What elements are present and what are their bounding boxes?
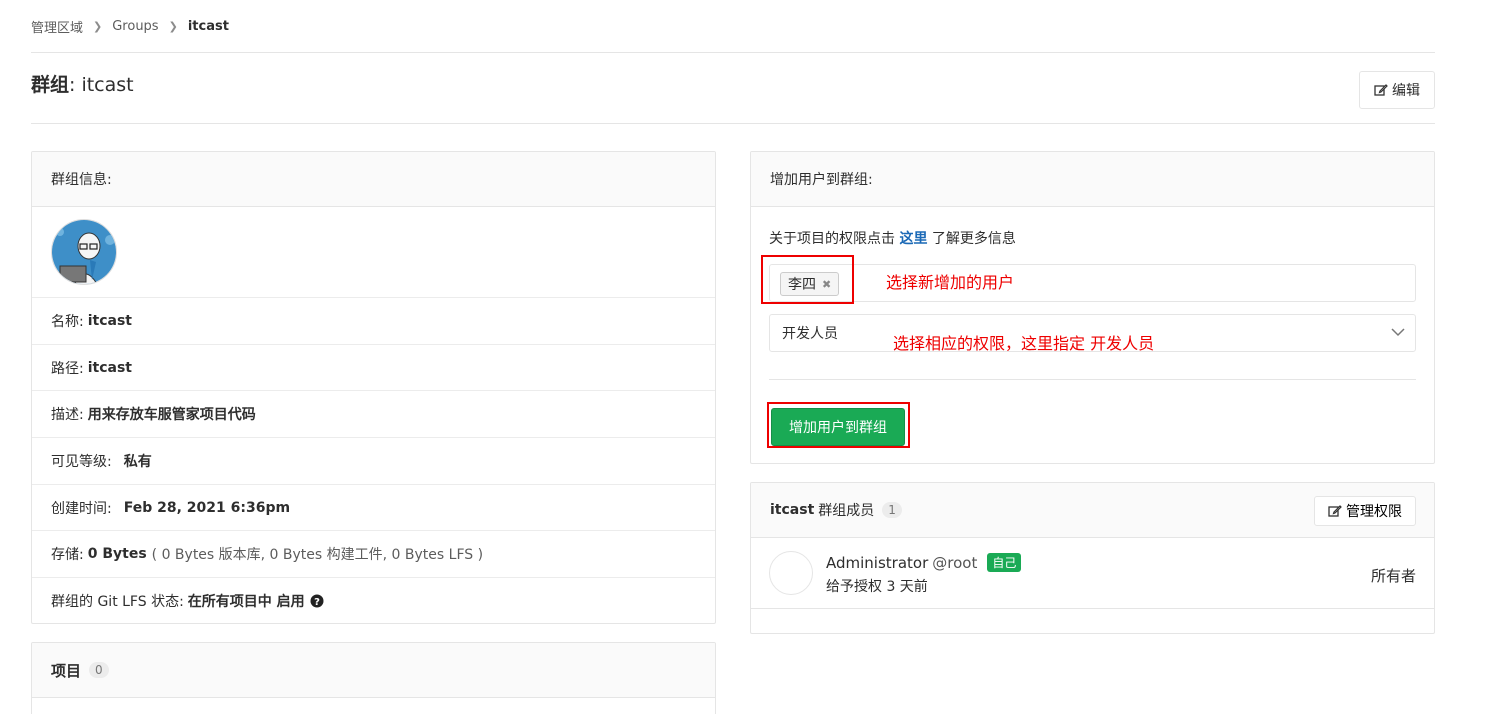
members-panel: itcast 群组成员 1 管理权限 Administrator @root 自…: [750, 482, 1435, 634]
group-visibility-value: 私有: [123, 454, 152, 470]
projects-count-badge: 0: [89, 662, 109, 678]
group-created-row: 创建时间: Feb 28, 2021 6:36pm: [32, 485, 715, 531]
breadcrumb-current[interactable]: itcast: [188, 19, 229, 34]
page-title-prefix: 群组: [31, 74, 70, 96]
breadcrumb-admin-area[interactable]: 管理区域: [31, 17, 83, 36]
permissions-help-link[interactable]: 这里: [899, 231, 927, 247]
group-visibility-row: 可见等级: 私有: [32, 438, 715, 485]
projects-panel: 项目 0: [31, 642, 716, 714]
divider: [769, 379, 1416, 380]
info-text: 了解更多信息: [931, 231, 1016, 247]
avatar: [769, 551, 813, 595]
group-name-value: itcast: [87, 313, 132, 329]
edit-button[interactable]: 编辑: [1359, 71, 1435, 109]
self-badge: 自己: [987, 553, 1022, 572]
label: 存储:: [51, 547, 84, 563]
role-select-value: 开发人员: [782, 326, 838, 342]
label: 描述:: [51, 407, 84, 423]
group-info-header: 群组信息:: [32, 152, 715, 207]
member-username: @root: [932, 553, 978, 572]
label: 路径:: [51, 360, 84, 377]
annotation-box-button: [767, 402, 910, 448]
projects-title: 项目: [51, 661, 82, 680]
page-title-name: : itcast: [69, 74, 134, 96]
members-group-name: itcast: [770, 502, 815, 518]
divider: [31, 52, 1435, 53]
group-path-row: 路径: itcast: [32, 345, 715, 391]
member-display-name[interactable]: Administrator: [826, 554, 928, 572]
group-lfs-value: 在所有项目中 启用: [187, 594, 305, 610]
group-storage-row: 存储: 0 Bytes ( 0 Bytes 版本库, 0 Bytes 构建工件, …: [32, 531, 715, 578]
group-description-value: 用来存放车服管家项目代码: [87, 407, 256, 423]
annotation-role: 选择相应的权限，这里指定 开发人员: [893, 334, 1155, 353]
group-name-row: 名称: itcast: [32, 298, 715, 345]
question-circle-icon[interactable]: ?: [310, 594, 324, 608]
page-title: 群组: itcast: [31, 72, 134, 98]
group-avatar-row: [32, 207, 715, 298]
member-granted-time: 给予授权 3 天前: [826, 579, 928, 595]
chevron-right-icon: ❯: [93, 19, 103, 33]
info-text: 关于项目的权限点击: [769, 231, 895, 247]
label: 名称:: [51, 314, 84, 330]
group-path-value: itcast: [87, 359, 132, 376]
group-created-value: Feb 28, 2021 6:36pm: [123, 499, 291, 516]
breadcrumb: 管理区域 ❯ Groups ❯ itcast: [31, 17, 229, 36]
group-storage-value: 0 Bytes: [87, 546, 147, 562]
members-title: 群组成员: [818, 503, 875, 519]
label: 创建时间:: [51, 500, 112, 517]
chevron-right-icon: ❯: [168, 19, 178, 33]
projects-header: 项目 0: [32, 643, 715, 698]
edit-icon: [1374, 84, 1388, 96]
permissions-info: 关于项目的权限点击 这里 了解更多信息: [769, 228, 1016, 248]
avatar: [51, 219, 117, 285]
chevron-down-icon: [1391, 328, 1405, 337]
group-lfs-row: 群组的 Git LFS 状态: 在所有项目中 启用 ?: [32, 578, 715, 623]
annotation-box-user: [761, 255, 854, 304]
group-storage-detail: ( 0 Bytes 版本库, 0 Bytes 构建工件, 0 Bytes LFS…: [151, 547, 484, 563]
manage-permissions-button[interactable]: 管理权限: [1314, 496, 1416, 526]
add-user-header: 增加用户到群组:: [751, 152, 1434, 207]
members-count-badge: 1: [882, 502, 902, 518]
member-role: 所有者: [1370, 567, 1416, 585]
breadcrumb-groups[interactable]: Groups: [112, 19, 158, 34]
user-select-input[interactable]: 李四 ✖: [769, 264, 1416, 302]
annotation-user: 选择新增加的用户: [886, 273, 1015, 292]
edit-icon: [1328, 505, 1342, 517]
label: 可见等级:: [51, 454, 112, 470]
member-name: Administrator @root 自己: [826, 553, 1022, 572]
svg-text:?: ?: [314, 597, 320, 608]
member-row: Administrator @root 自己 给予授权 3 天前 所有者: [751, 539, 1434, 609]
manage-permissions-label: 管理权限: [1346, 504, 1402, 520]
group-description-row: 描述: 用来存放车服管家项目代码: [32, 391, 715, 438]
group-info-panel: 群组信息: 名称: itcast 路径: itcast 描述: 用来存放车服管家项目代…: [31, 151, 716, 624]
label: 群组的 Git LFS 状态:: [51, 594, 184, 610]
edit-button-label: 编辑: [1392, 83, 1420, 99]
divider: [31, 123, 1435, 124]
